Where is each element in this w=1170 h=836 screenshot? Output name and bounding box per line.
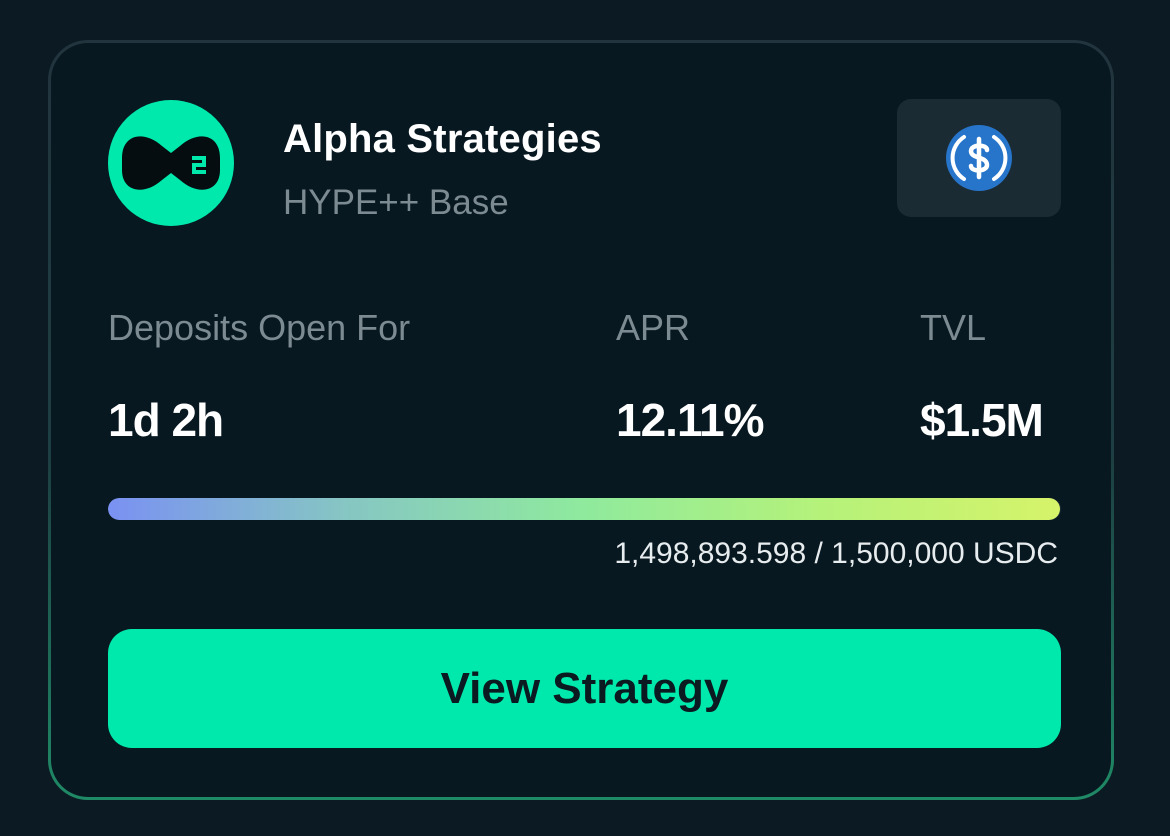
strategy-logo-icon [108, 100, 234, 226]
apr-label: APR [616, 307, 691, 348]
usdc-icon [946, 125, 1012, 191]
strategy-title: Alpha Strategies [283, 117, 602, 161]
deposits-open-value: 1d 2h [108, 394, 224, 446]
capacity-text: 1,498,893.598 / 1,500,000 USDC [614, 537, 1058, 570]
apr-value: 12.11% [616, 394, 764, 446]
strategy-subtitle: HYPE++ Base [283, 183, 509, 222]
view-strategy-button[interactable]: View Strategy [108, 629, 1061, 748]
capacity-progress-fill [108, 498, 1061, 520]
deposits-open-label: Deposits Open For [108, 307, 411, 348]
tvl-value: $1.5M [920, 394, 1044, 446]
strategy-card: Alpha Strategies HYPE++ Base Deposits Op… [48, 40, 1114, 800]
token-badge [897, 99, 1061, 217]
capacity-progress-bar [108, 498, 1061, 520]
tvl-label: TVL [920, 307, 987, 348]
